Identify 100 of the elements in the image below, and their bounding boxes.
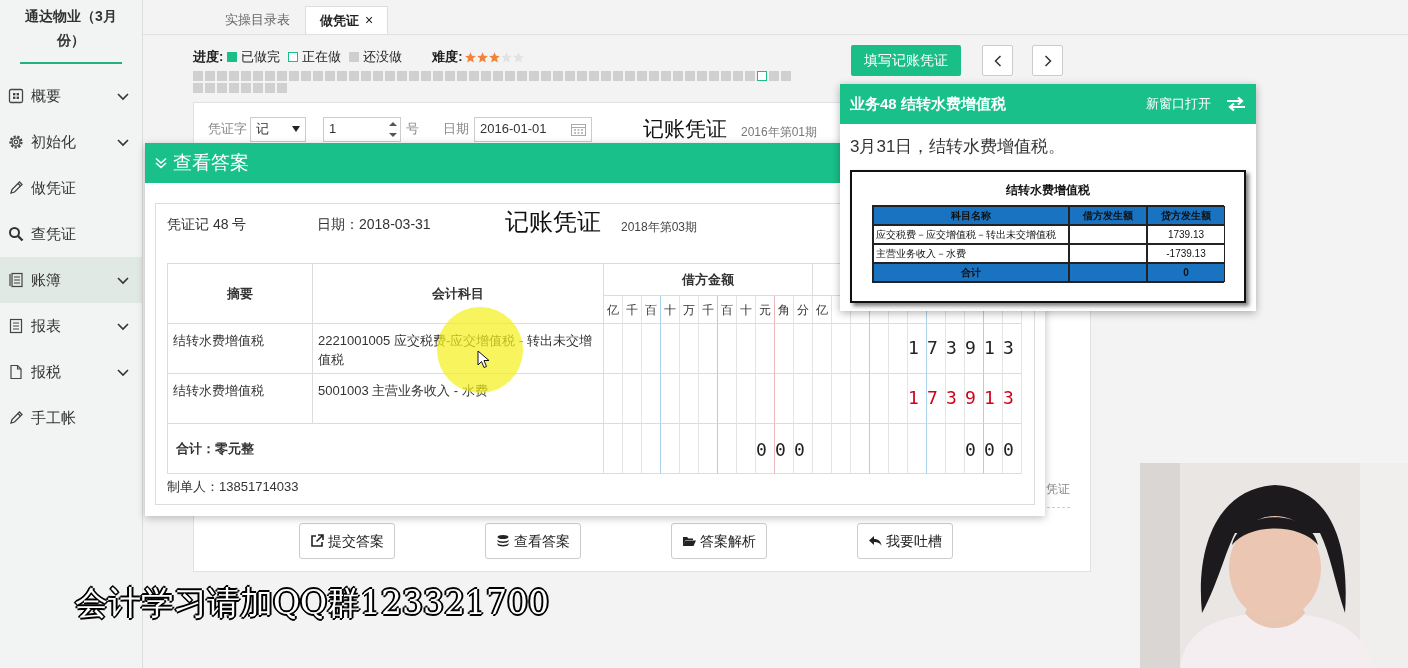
table-cell bbox=[832, 424, 851, 474]
progress-square[interactable] bbox=[613, 71, 623, 81]
table-cell bbox=[718, 374, 737, 424]
voucher-date: 日期：2018-03-31 bbox=[317, 215, 432, 234]
sidebar-item[interactable]: 概要 bbox=[0, 73, 142, 119]
progress-square[interactable] bbox=[361, 71, 371, 81]
progress-square[interactable] bbox=[349, 71, 359, 81]
action-button[interactable]: 我要吐槽 bbox=[857, 523, 953, 559]
progress-square[interactable] bbox=[385, 71, 395, 81]
progress-square[interactable] bbox=[433, 71, 443, 81]
progress-square[interactable] bbox=[577, 71, 587, 81]
sidebar-item[interactable]: 初始化 bbox=[0, 119, 142, 165]
table-cell bbox=[604, 374, 623, 424]
progress-square[interactable] bbox=[625, 71, 635, 81]
progress-square[interactable] bbox=[193, 83, 203, 93]
close-icon[interactable]: × bbox=[365, 10, 374, 31]
progress-square[interactable] bbox=[265, 83, 275, 93]
progress-square[interactable] bbox=[553, 71, 563, 81]
progress-square[interactable] bbox=[493, 71, 503, 81]
table-cell bbox=[661, 374, 680, 424]
table-cell bbox=[813, 424, 832, 474]
progress-square[interactable] bbox=[745, 71, 755, 81]
progress-square[interactable] bbox=[637, 71, 647, 81]
next-button[interactable] bbox=[1032, 45, 1063, 76]
progress-square[interactable] bbox=[229, 83, 239, 93]
sidebar-item[interactable]: 手工帐 bbox=[0, 395, 142, 441]
progress-square[interactable] bbox=[241, 83, 251, 93]
progress-square[interactable] bbox=[253, 71, 263, 81]
action-button[interactable]: 答案解析 bbox=[671, 523, 767, 559]
progress-square[interactable] bbox=[649, 71, 659, 81]
progress-square[interactable] bbox=[529, 71, 539, 81]
progress-square[interactable] bbox=[733, 71, 743, 81]
progress-square[interactable] bbox=[445, 71, 455, 81]
settings-icon bbox=[8, 134, 24, 150]
progress-square[interactable] bbox=[325, 71, 335, 81]
sidebar-item[interactable]: 账簿 bbox=[0, 257, 142, 303]
sidebar-item[interactable]: 查凭证 bbox=[0, 211, 142, 257]
progress-square[interactable] bbox=[409, 71, 419, 81]
action-button[interactable]: 查看答案 bbox=[485, 523, 581, 559]
table-cell bbox=[737, 374, 756, 424]
progress-square[interactable] bbox=[757, 71, 767, 81]
progress-square[interactable] bbox=[397, 71, 407, 81]
progress-square[interactable] bbox=[517, 71, 527, 81]
progress-square[interactable] bbox=[721, 71, 731, 81]
progress-square[interactable] bbox=[289, 71, 299, 81]
progress-square[interactable] bbox=[277, 83, 287, 93]
legend-swatch bbox=[288, 52, 299, 62]
progress-square[interactable] bbox=[265, 71, 275, 81]
table-cell bbox=[680, 324, 699, 374]
tab[interactable]: 实操目录表 bbox=[211, 6, 304, 34]
task-description: 3月31日，结转水费增值税。 bbox=[849, 136, 1067, 158]
progress-square[interactable] bbox=[217, 83, 227, 93]
progress-square[interactable] bbox=[193, 71, 203, 81]
voucher-number: 凭证记 48 号 bbox=[167, 215, 248, 234]
progress-square[interactable] bbox=[313, 71, 323, 81]
date-field[interactable]: 2016-01-01 bbox=[474, 116, 592, 142]
progress-square[interactable] bbox=[601, 71, 611, 81]
progress-square[interactable] bbox=[469, 71, 479, 81]
tab[interactable]: 做凭证 × bbox=[305, 6, 389, 34]
progress-square[interactable] bbox=[661, 71, 671, 81]
progress-square[interactable] bbox=[253, 83, 263, 93]
list-icon bbox=[8, 272, 24, 288]
progress-square[interactable] bbox=[421, 71, 431, 81]
table-cell bbox=[699, 424, 718, 474]
progress-square[interactable] bbox=[337, 71, 347, 81]
table-cell bbox=[813, 374, 832, 424]
progress-square[interactable] bbox=[781, 71, 791, 81]
progress-square[interactable] bbox=[217, 71, 227, 81]
previous-button[interactable] bbox=[982, 45, 1013, 76]
progress-square[interactable] bbox=[241, 71, 251, 81]
progress-square[interactable] bbox=[457, 71, 467, 81]
progress-square[interactable] bbox=[673, 71, 683, 81]
double-chevron-icon bbox=[155, 157, 167, 169]
mouse-cursor-icon bbox=[477, 350, 490, 369]
progress-square[interactable] bbox=[541, 71, 551, 81]
table-cell bbox=[680, 374, 699, 424]
voucher-period: 2016年第01期 bbox=[741, 124, 818, 141]
star-filled-icon bbox=[476, 51, 488, 63]
progress-square[interactable] bbox=[685, 71, 695, 81]
progress-square[interactable] bbox=[709, 71, 719, 81]
progress-square[interactable] bbox=[373, 71, 383, 81]
sidebar-item[interactable]: 报税 bbox=[0, 349, 142, 395]
progress-square[interactable] bbox=[277, 71, 287, 81]
progress-square[interactable] bbox=[565, 71, 575, 81]
progress-square[interactable] bbox=[205, 83, 215, 93]
sidebar-item[interactable]: 报表 bbox=[0, 303, 142, 349]
progress-square[interactable] bbox=[769, 71, 779, 81]
progress-square[interactable] bbox=[205, 71, 215, 81]
number-field[interactable]: 1 bbox=[323, 116, 401, 142]
progress-square[interactable] bbox=[481, 71, 491, 81]
progress-square[interactable] bbox=[505, 71, 515, 81]
progress-square[interactable] bbox=[301, 71, 311, 81]
progress-square[interactable] bbox=[229, 71, 239, 81]
sidebar-item[interactable]: 做凭证 bbox=[0, 165, 142, 211]
legend-label: 正在做 bbox=[302, 48, 342, 67]
progress-square[interactable] bbox=[697, 71, 707, 81]
table-cell bbox=[794, 324, 813, 374]
progress-square[interactable] bbox=[589, 71, 599, 81]
action-button[interactable]: 提交答案 bbox=[299, 523, 395, 559]
voucher-word-select[interactable]: 记 bbox=[250, 116, 306, 142]
